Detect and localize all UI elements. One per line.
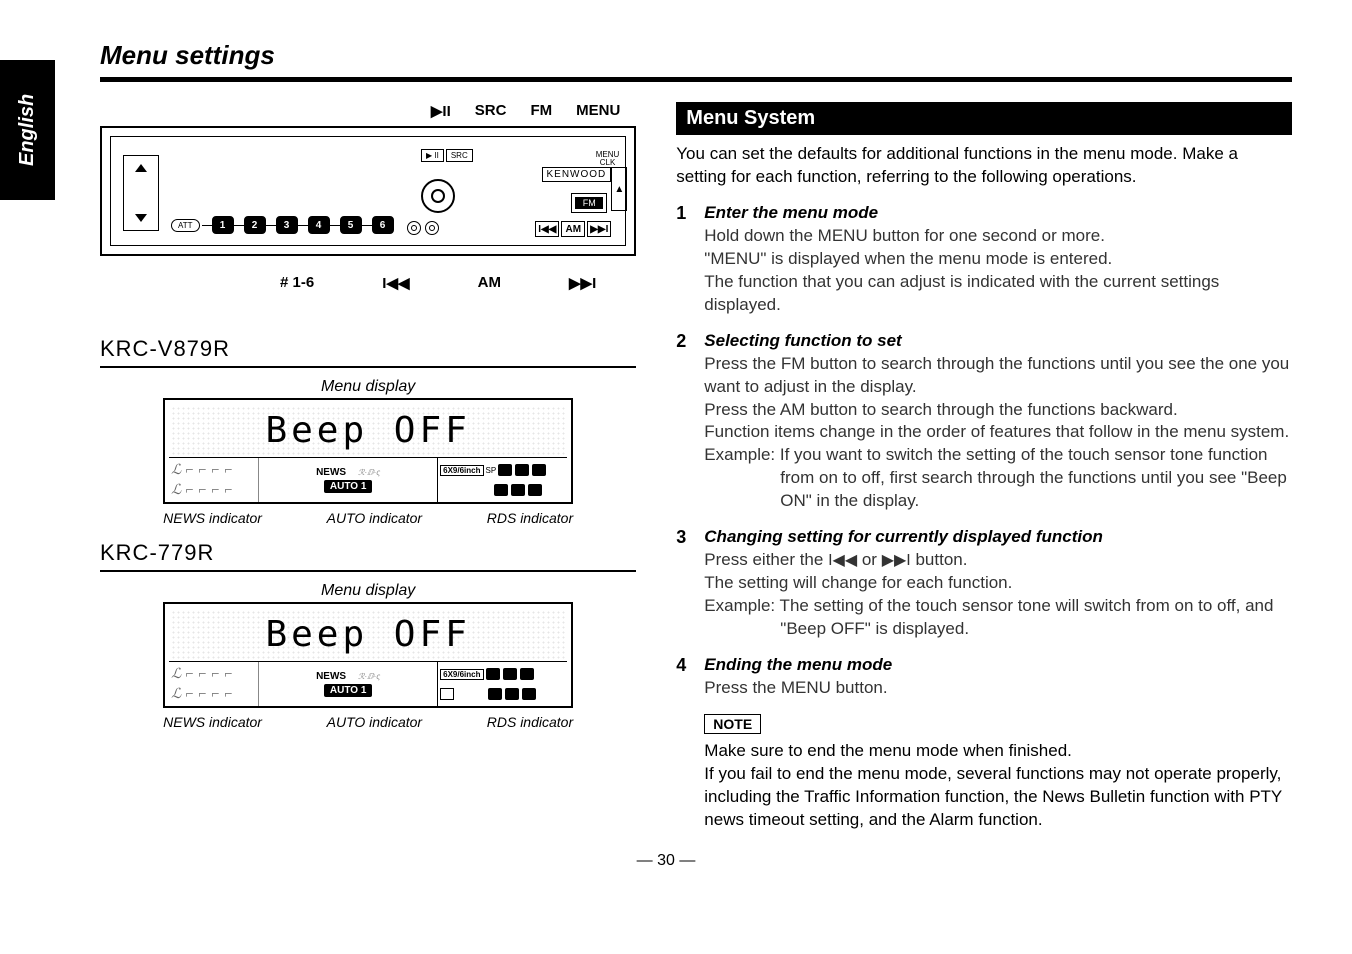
step-body-1: Hold down the MENU button for one second…: [704, 225, 1292, 317]
mask-icon: [498, 464, 512, 476]
step-num-2: 2: [676, 331, 694, 514]
volume-knob-icon: [421, 179, 455, 213]
moon-icon: [522, 688, 536, 700]
rds-sublabel-1: RDS indicator: [487, 510, 573, 526]
callout-play: ▶II: [431, 102, 451, 120]
clock-icon: [503, 668, 517, 680]
auto-sublabel-1: AUTO indicator: [327, 510, 422, 526]
page-number: — 30 —: [40, 852, 1292, 870]
screw-icon: [407, 221, 421, 235]
news-sublabel-2: NEWS indicator: [163, 714, 262, 730]
fm-badge-icon: FM: [575, 197, 603, 209]
box-icon: [440, 688, 454, 700]
preset-4: 4: [308, 216, 330, 234]
step-num-1: 1: [676, 203, 694, 317]
seek-next-icon: ▶▶I: [587, 221, 611, 237]
preset-6: 6: [372, 216, 394, 234]
seek-prev-symbol: I◀◀: [828, 552, 857, 569]
step-num-3: 3: [676, 527, 694, 641]
display-mock-2: Beep OFF ℒ ⌐ ⌐ ⌐ ⌐ ℒ ⌐ ⌐ ⌐ ⌐ NEWS ℛ·ⅅ·ς …: [163, 602, 573, 708]
display-caption-2: Menu display: [100, 582, 636, 600]
device-diagram: ▶II SRC FM MENU ▶ II SRC MENUCLK KENW: [100, 102, 636, 322]
auto-indicator-2: AUTO 1: [324, 684, 373, 697]
callout-presets: # 1-6: [280, 274, 314, 292]
callout-fm: FM: [530, 102, 552, 120]
menu-clk-icon: MENUCLK: [596, 151, 620, 167]
note-label: NOTE: [704, 714, 761, 734]
step-example-3: Example: The setting of the touch sensor…: [704, 595, 1292, 641]
brand-label: KENWOOD: [542, 167, 612, 182]
step-body-4: Press the MENU button.: [704, 677, 1292, 700]
step-num-4: 4: [676, 655, 694, 700]
moon-icon: [528, 484, 542, 496]
step-title-3: Changing setting for currently displayed…: [704, 527, 1292, 547]
display-mock-1: Beep OFF ℒ ⌐ ⌐ ⌐ ⌐ ℒ ⌐ ⌐ ⌐ ⌐ NEWS ℛ·ⅅ·ς …: [163, 398, 573, 504]
display-caption-1: Menu display: [100, 378, 636, 396]
eq-icon: ℒ ⌐ ⌐ ⌐ ⌐ ℒ ⌐ ⌐ ⌐ ⌐: [169, 662, 259, 706]
clock-icon: [515, 464, 529, 476]
callout-src: SRC: [475, 102, 507, 120]
step-title-2: Selecting function to set: [704, 331, 1292, 351]
model-heading-2: KRC-779R: [100, 540, 636, 572]
step-body-3: Press either the I◀◀ or ▶▶I button. The …: [704, 549, 1292, 595]
paint-icon: [511, 484, 525, 496]
screw-icon: [425, 221, 439, 235]
preset-3: 3: [276, 216, 298, 234]
preset-5: 5: [340, 216, 362, 234]
model-heading-1: KRC-V879R: [100, 336, 636, 368]
paint-icon: [505, 688, 519, 700]
att-button-icon: ATT: [171, 219, 200, 232]
step-title-1: Enter the menu mode: [704, 203, 1292, 223]
left-column: ▶II SRC FM MENU ▶ II SRC MENUCLK KENW: [100, 102, 636, 832]
section-header: Menu System: [676, 102, 1292, 135]
step-body-2: Press the FM button to search through th…: [704, 353, 1292, 445]
preset-2: 2: [244, 216, 266, 234]
display-main-text-1: Beep OFF: [265, 410, 470, 451]
intro-text: You can set the defaults for additional …: [676, 143, 1292, 189]
eject-icon: ▲: [611, 167, 627, 211]
rds-logo-2: ℛ·ⅅ·ς: [358, 672, 380, 681]
callout-seek-prev: I◀◀: [382, 274, 409, 292]
callout-menu: MENU: [576, 102, 620, 120]
seek-prev-icon: I◀◀: [535, 221, 559, 237]
callout-am: AM: [478, 274, 501, 292]
seek-am-icon: AM: [561, 221, 585, 237]
sp-label: SP: [486, 466, 497, 475]
news-sublabel-1: NEWS indicator: [163, 510, 262, 526]
speaker-size-2: 6X9/6inch: [440, 669, 483, 680]
mask-icon: [486, 668, 500, 680]
callout-seek-next: ▶▶I: [569, 274, 596, 292]
auto-indicator-1: AUTO 1: [324, 480, 373, 493]
play-button-icon: ▶ II: [421, 149, 444, 162]
src-button-icon: SRC: [446, 149, 473, 162]
rds-sublabel-2: RDS indicator: [487, 714, 573, 730]
rds-logo-1: ℛ·ⅅ·ς: [358, 468, 380, 477]
news-indicator-2: NEWS: [316, 671, 346, 682]
note-icon: [520, 668, 534, 680]
note-icon: [532, 464, 546, 476]
disc-icon: [494, 484, 508, 496]
seek-next-symbol: ▶▶I: [882, 552, 911, 569]
news-indicator-1: NEWS: [316, 467, 346, 478]
step-title-4: Ending the menu mode: [704, 655, 1292, 675]
preset-1: 1: [212, 216, 234, 234]
display-main-text-2: Beep OFF: [265, 614, 470, 655]
page-title: Menu settings: [100, 40, 1292, 82]
step-example-2: Example: If you want to switch the setti…: [704, 444, 1292, 513]
disc-icon: [488, 688, 502, 700]
auto-sublabel-2: AUTO indicator: [327, 714, 422, 730]
speaker-size-1: 6X9/6inch: [440, 465, 483, 476]
language-tab: English: [0, 60, 55, 200]
note-body: Make sure to end the menu mode when fini…: [704, 740, 1292, 832]
eq-icon: ℒ ⌐ ⌐ ⌐ ⌐ ℒ ⌐ ⌐ ⌐ ⌐: [169, 458, 259, 502]
arrow-pad-icon: [123, 155, 159, 231]
right-column: Menu System You can set the defaults for…: [676, 102, 1292, 832]
